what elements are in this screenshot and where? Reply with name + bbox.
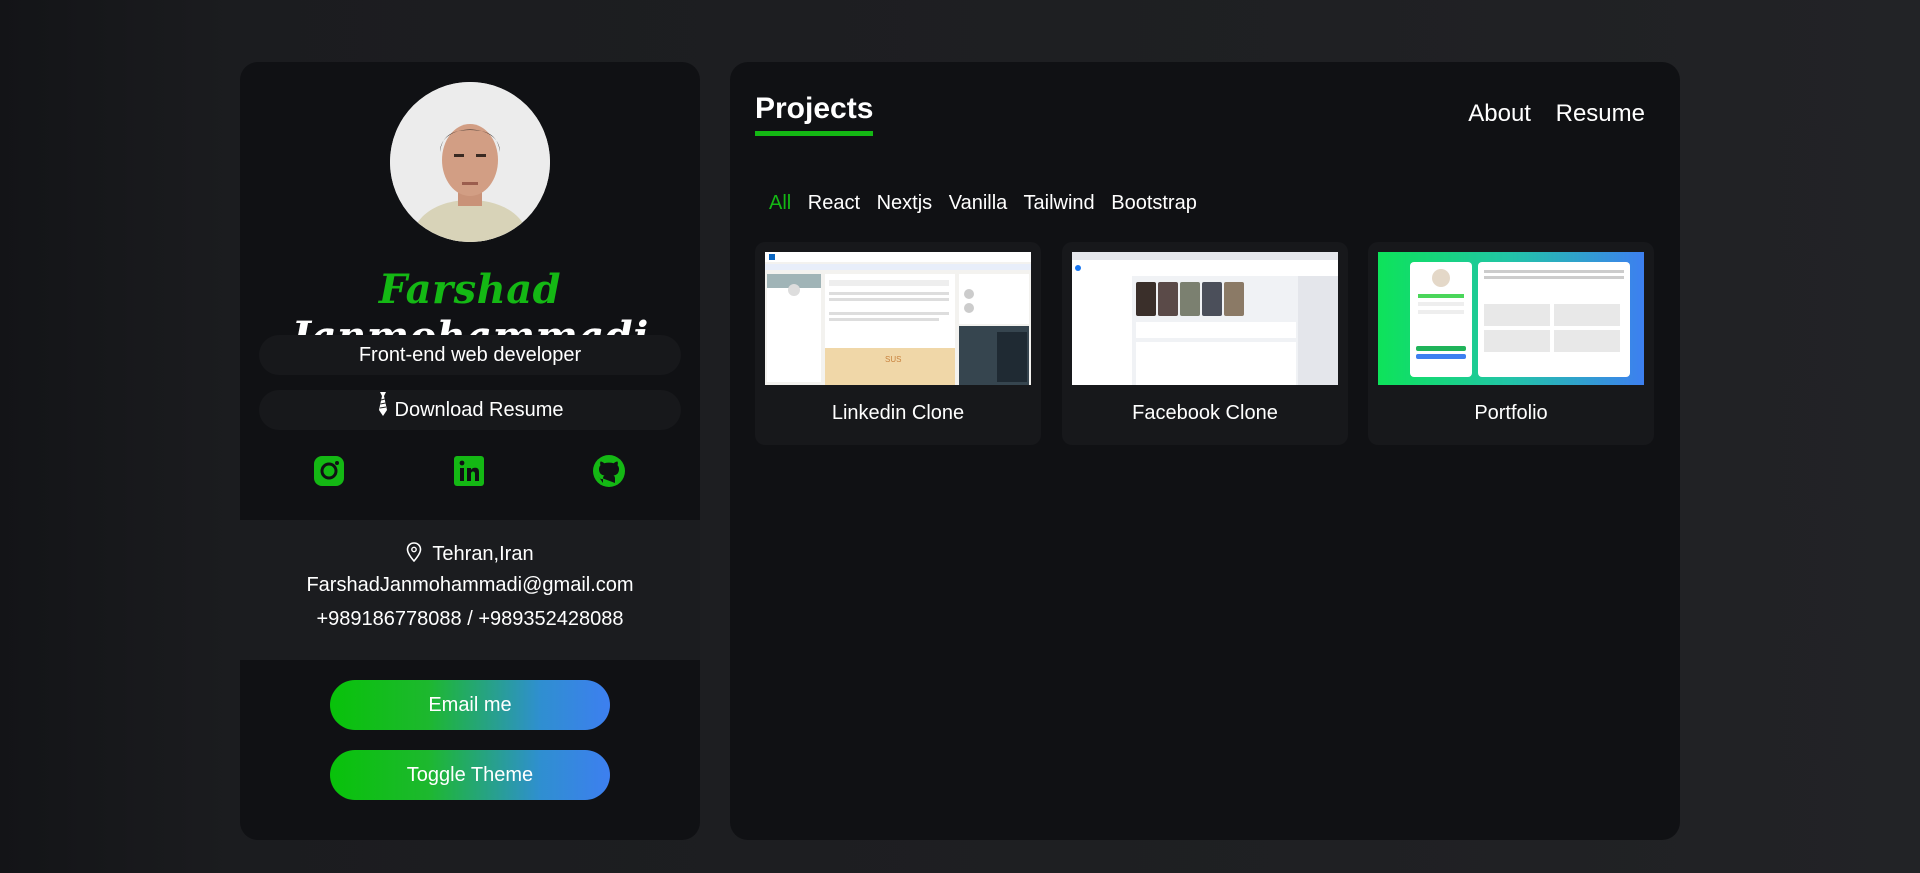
- project-title: Linkedin Clone: [831, 402, 965, 424]
- linkedin-icon[interactable]: [451, 453, 487, 489]
- project-title: Facebook Clone: [1132, 402, 1278, 424]
- location: Tehran,Iran: [240, 542, 700, 566]
- nav-about[interactable]: About: [1468, 100, 1531, 127]
- download-resume-button[interactable]: Download Resume: [259, 390, 681, 430]
- project-card-linkedin[interactable]: SUS Linkedin Clone: [755, 242, 1041, 445]
- location-pin-icon: [407, 542, 422, 563]
- instagram-icon[interactable]: [311, 453, 347, 489]
- title-underline: [755, 131, 873, 136]
- github-icon[interactable]: [591, 453, 627, 489]
- phone-text: +989186778088 / +989352428088: [316, 608, 624, 630]
- nav-resume[interactable]: Resume: [1556, 100, 1645, 127]
- projects-panel: Projects About Resume All React Nextjs V…: [730, 62, 1680, 840]
- filter-tailwind[interactable]: Tailwind: [1024, 192, 1095, 214]
- role-badge: Front-end web developer: [259, 335, 681, 375]
- toggle-theme-button[interactable]: Toggle Theme: [330, 750, 610, 800]
- email-text: FarshadJanmohammadi@gmail.com: [306, 574, 634, 596]
- filter-bootstrap[interactable]: Bootstrap: [1111, 192, 1197, 214]
- filter-nextjs[interactable]: Nextjs: [877, 192, 933, 214]
- avatar: [390, 82, 550, 242]
- project-title: Portfolio: [1474, 402, 1548, 424]
- project-thumbnail: SUS: [765, 252, 1031, 385]
- contact-info: Tehran,Iran FarshadJanmohammadi@gmail.co…: [240, 520, 700, 660]
- necktie-icon: [377, 390, 389, 430]
- project-thumbnail: [1072, 252, 1338, 385]
- download-resume-label: Download Resume: [394, 399, 564, 421]
- project-thumbnail: [1378, 252, 1644, 385]
- email-me-button[interactable]: Email me: [330, 680, 610, 730]
- filter-all[interactable]: All: [769, 192, 791, 214]
- project-card-portfolio[interactable]: Portfolio: [1368, 242, 1654, 445]
- filter-vanilla[interactable]: Vanilla: [949, 192, 1008, 214]
- filter-react[interactable]: React: [808, 192, 860, 214]
- page-title: Projects: [755, 92, 874, 125]
- project-card-facebook[interactable]: Facebook Clone: [1062, 242, 1348, 445]
- location-text: Tehran,Iran: [432, 543, 534, 565]
- project-filters: All React Nextjs Vanilla Tailwind Bootst…: [769, 192, 1208, 215]
- svg-text:SUS: SUS: [885, 355, 901, 364]
- profile-sidebar: Farshad Janmohammadi Front-end web devel…: [240, 62, 700, 840]
- first-name: Farshad: [378, 266, 562, 313]
- social-links: [240, 453, 700, 503]
- top-nav: About Resume: [1450, 100, 1645, 128]
